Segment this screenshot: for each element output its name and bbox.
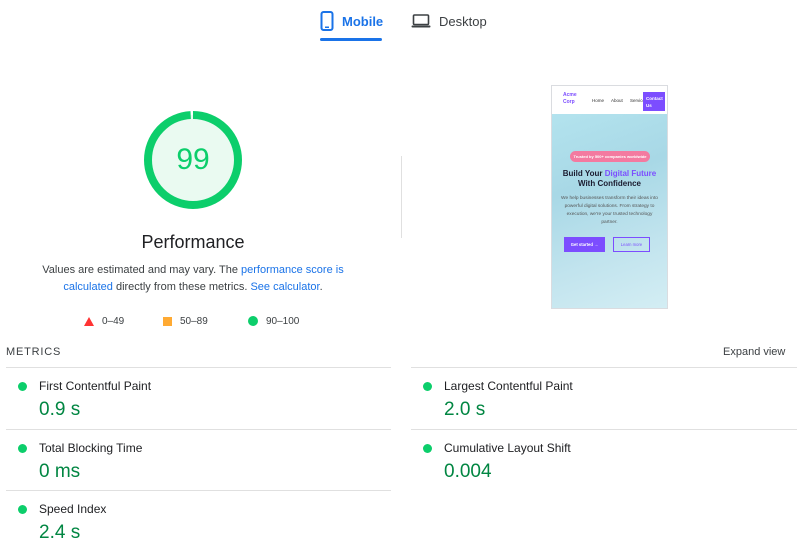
legend-average: 50–89 xyxy=(163,313,208,329)
preview-contact-button: Contact Us xyxy=(643,92,665,111)
see-calculator-link[interactable]: See calculator xyxy=(250,281,319,293)
preview-badge: Trusted by 500+ companies worldwide xyxy=(570,151,650,162)
metric-label: Speed Index xyxy=(39,502,107,516)
preview-headline-part: Build Your xyxy=(562,169,605,178)
preview-paragraph: We help businesses transform their ideas… xyxy=(561,196,658,225)
preview-headline-accent: Digital Future xyxy=(604,169,657,178)
tab-mobile[interactable]: Mobile xyxy=(320,0,383,42)
metric-value: 0.004 xyxy=(444,461,492,482)
preview-secondary-button: Learn more xyxy=(613,237,650,252)
metric-label: First Contentful Paint xyxy=(39,379,152,393)
metrics-heading: METRICS xyxy=(6,346,62,358)
performance-score-gauge: 99 xyxy=(143,110,243,210)
description-text: directly from these metrics. xyxy=(112,281,251,293)
legend-fail-label: 0–49 xyxy=(102,315,125,327)
preview-nav-home: Home xyxy=(592,98,605,103)
metric-value: 2.0 s xyxy=(444,399,486,420)
legend-average-label: 50–89 xyxy=(180,315,208,327)
triangle-icon xyxy=(84,316,94,326)
description-text: Values are estimated and may vary. The xyxy=(42,264,241,276)
preview-logo: Acme Corp xyxy=(563,92,577,105)
page-screenshot-preview: Acme Corp Home About Services Contact Us… xyxy=(551,85,668,309)
description-text: . xyxy=(319,281,323,293)
metric-value: 0 ms xyxy=(39,461,81,482)
pass-circle-icon xyxy=(423,382,432,391)
metric-tbt: Total Blocking Time 0 ms xyxy=(6,430,386,490)
vertical-divider xyxy=(401,156,402,238)
performance-description: Values are estimated and may vary. The p… xyxy=(32,262,354,296)
legend-pass: 90–100 xyxy=(248,313,299,329)
tab-mobile-label: Mobile xyxy=(342,13,384,29)
preview-primary-button: Get started → xyxy=(564,237,605,252)
metric-value: 2.4 s xyxy=(39,522,81,543)
tab-desktop-label: Desktop xyxy=(439,13,487,29)
metric-fcp: First Contentful Paint 0.9 s xyxy=(6,368,386,428)
expand-view-button[interactable]: Expand view xyxy=(723,346,785,358)
preview-navbar: Acme Corp Home About Services Contact Us xyxy=(552,86,667,114)
metric-label: Cumulative Layout Shift xyxy=(444,441,571,455)
preview-hero: Trusted by 500+ companies worldwide Buil… xyxy=(552,114,667,308)
laptop-icon xyxy=(411,13,431,29)
pass-circle-icon xyxy=(18,382,27,391)
device-tabs: Mobile Desktop xyxy=(0,0,800,42)
pass-circle-icon xyxy=(423,444,432,453)
smartphone-icon xyxy=(320,11,334,31)
metric-label: Largest Contentful Paint xyxy=(444,379,573,393)
metric-value: 0.9 s xyxy=(39,399,81,420)
metric-lcp: Largest Contentful Paint 2.0 s xyxy=(411,368,791,428)
pass-circle-icon xyxy=(18,505,27,514)
metric-cls: Cumulative Layout Shift 0.004 xyxy=(411,430,791,490)
preview-nav-about: About xyxy=(611,98,623,103)
preview-headline-part: With Confidence xyxy=(577,179,642,188)
square-icon xyxy=(163,316,172,326)
active-tab-indicator xyxy=(320,38,382,41)
metric-speed-index: Speed Index 2.4 s xyxy=(6,491,386,551)
legend-pass-label: 90–100 xyxy=(266,315,300,327)
performance-score-value: 99 xyxy=(176,143,210,176)
circle-icon xyxy=(248,316,258,326)
pass-circle-icon xyxy=(18,444,27,453)
legend-fail: 0–49 xyxy=(84,313,124,329)
tab-desktop[interactable]: Desktop xyxy=(411,0,487,42)
performance-title: Performance xyxy=(141,232,245,252)
metric-label: Total Blocking Time xyxy=(39,441,143,455)
preview-headline: Build Your Digital Future With Confidenc… xyxy=(556,169,663,189)
